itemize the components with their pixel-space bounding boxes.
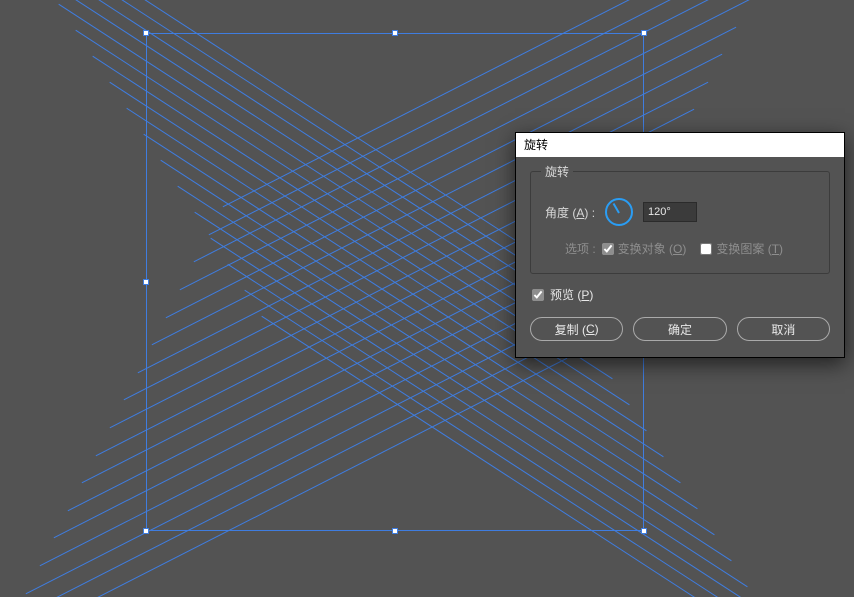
selection-handle[interactable] <box>143 279 149 285</box>
transform-pattern-option[interactable]: 变换图案 (T) <box>700 240 783 257</box>
selection-handle[interactable] <box>641 30 647 36</box>
ok-button[interactable]: 确定 <box>633 317 726 341</box>
selection-handle[interactable] <box>392 30 398 36</box>
selection-handle[interactable] <box>143 30 149 36</box>
angle-row: 角度 (A) : <box>545 198 815 226</box>
cancel-button[interactable]: 取消 <box>737 317 830 341</box>
preview-checkbox[interactable] <box>532 289 544 301</box>
selection-handle[interactable] <box>392 528 398 534</box>
selection-handle[interactable] <box>143 528 149 534</box>
dialog-titlebar[interactable]: 旋转 <box>516 133 844 157</box>
group-title: 旋转 <box>541 163 573 180</box>
selection-handle[interactable] <box>641 528 647 534</box>
dialog-buttons: 复制 (C) 确定 取消 <box>530 317 830 341</box>
options-label: 选项 : <box>565 240 596 257</box>
rotate-dialog: 旋转 旋转 角度 (A) : 选项 : 变换对象 (O) <box>515 132 845 358</box>
angle-dial[interactable] <box>605 198 633 226</box>
rotate-group: 旋转 角度 (A) : 选项 : 变换对象 (O) <box>530 171 830 274</box>
transform-object-checkbox[interactable] <box>602 243 614 255</box>
preview-label: 预览 (P) <box>550 286 593 303</box>
dialog-title: 旋转 <box>524 138 548 152</box>
preview-row[interactable]: 预览 (P) <box>532 286 830 303</box>
transform-pattern-checkbox[interactable] <box>700 243 712 255</box>
options-row: 选项 : 变换对象 (O) 变换图案 (T) <box>565 240 815 257</box>
copy-button[interactable]: 复制 (C) <box>530 317 623 341</box>
angle-label: 角度 (A) : <box>545 204 595 221</box>
angle-input[interactable] <box>643 202 697 222</box>
transform-object-option[interactable]: 变换对象 (O) <box>602 240 687 257</box>
